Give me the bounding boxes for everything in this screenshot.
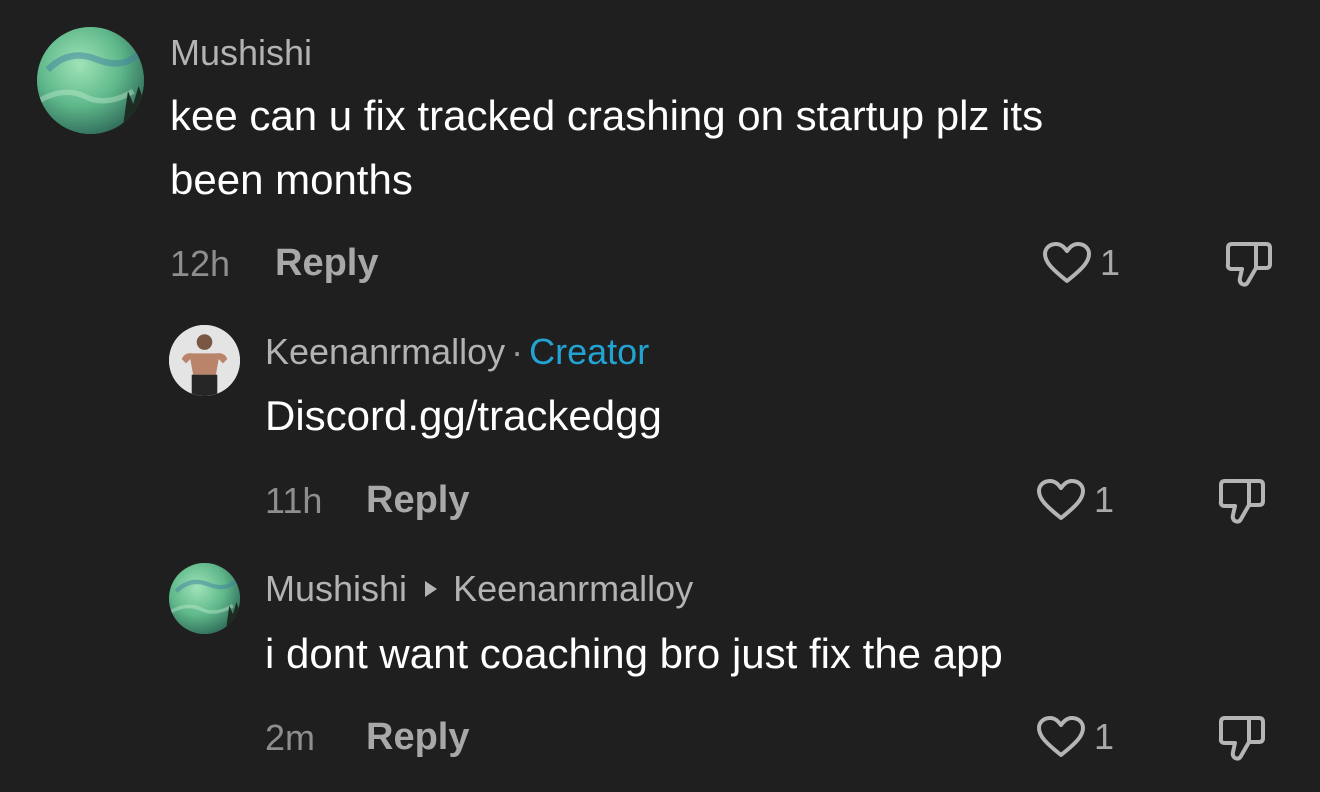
username[interactable]: Keenanrmalloy [265, 331, 505, 372]
heart-icon [1037, 479, 1085, 520]
like-count: 1 [1094, 716, 1115, 757]
comment-author: Keenanrmalloy · Creator [265, 334, 649, 370]
avatar-sky-image [37, 27, 144, 134]
avatar[interactable] [169, 563, 240, 634]
heart-icon [1037, 716, 1085, 757]
reply-button[interactable]: Reply [366, 481, 469, 519]
comment-text: i dont want coaching bro just fix the ap… [265, 630, 1003, 677]
dislike-button[interactable] [1222, 238, 1274, 290]
separator-dot: · [511, 331, 524, 372]
reply-button[interactable]: Reply [366, 718, 469, 756]
like-count: 1 [1094, 479, 1115, 520]
timestamp: 11h [265, 480, 323, 521]
avatar-person-image [169, 325, 240, 396]
triangle-right-icon [425, 581, 438, 597]
reply-button[interactable]: Reply [275, 244, 378, 282]
thumbs-down-icon [1218, 479, 1265, 524]
thumbs-down-icon [1218, 716, 1265, 761]
thumbs-down-icon [1225, 242, 1272, 287]
timestamp: 2m [265, 717, 316, 758]
creator-badge: Creator [529, 331, 650, 372]
timestamp: 12h [170, 243, 231, 284]
reply-to-username[interactable]: Keenanrmalloy [453, 568, 693, 609]
username[interactable]: Mushishi [170, 32, 312, 73]
avatar-sky-image [169, 563, 240, 634]
dislike-button[interactable] [1215, 712, 1267, 764]
heart-icon [1043, 242, 1091, 283]
comment-author[interactable]: Mushishi [170, 35, 312, 71]
dislike-button[interactable] [1215, 475, 1267, 527]
avatar[interactable] [169, 325, 240, 396]
like-button[interactable]: 1 [1036, 713, 1114, 761]
username[interactable]: Mushishi [265, 568, 407, 609]
like-button[interactable]: 1 [1036, 476, 1114, 524]
comment-text: kee can u fix tracked crashing on startu… [170, 92, 1044, 203]
like-count: 1 [1100, 242, 1121, 283]
like-button[interactable]: 1 [1042, 239, 1120, 287]
avatar[interactable] [37, 27, 144, 134]
comment-text[interactable]: Discord.gg/trackedgg [265, 384, 1225, 448]
comment-author: Mushishi Keenanrmalloy [265, 571, 693, 607]
